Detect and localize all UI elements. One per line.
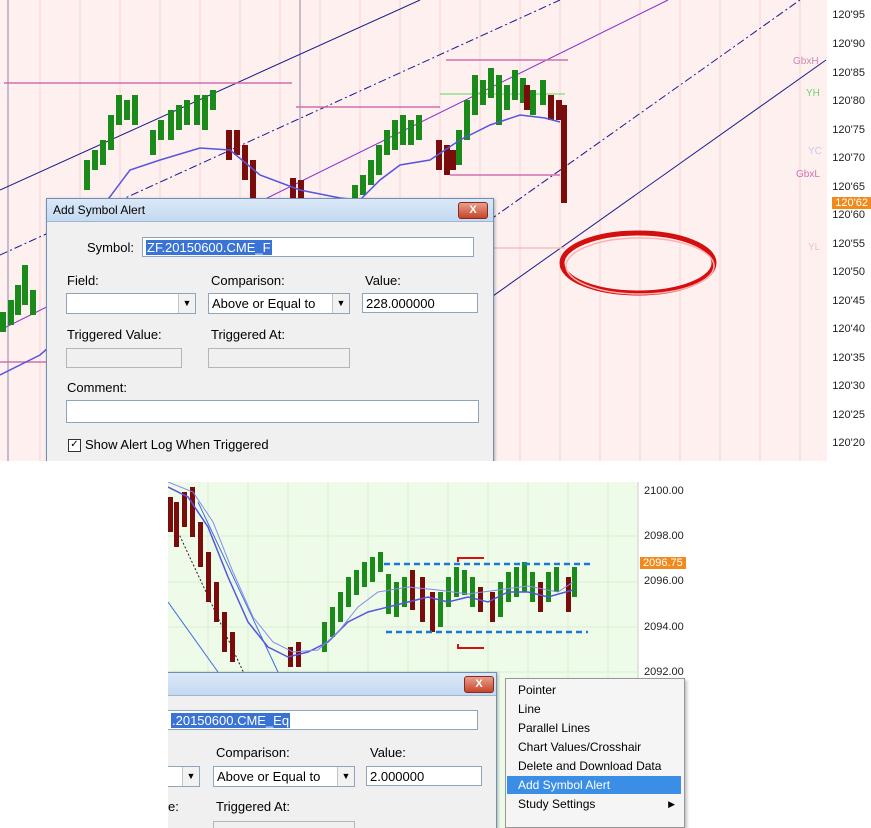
price-tick: 2098.00	[644, 530, 684, 542]
yc-tag: YC	[808, 146, 822, 157]
menu-item-chart-values[interactable]: Chart Values/Crosshair	[507, 738, 681, 756]
price-tick: 120'95	[832, 9, 865, 21]
chevron-down-icon[interactable]: ▼	[182, 767, 199, 786]
price-tick: 120'45	[832, 295, 865, 307]
menu-item-label: Pointer	[518, 683, 557, 697]
close-button[interactable]: X	[464, 676, 494, 693]
price-tick: 120'90	[832, 38, 865, 50]
triggered-value-input	[66, 348, 182, 368]
menu-item-label: Line	[518, 702, 541, 716]
menu-item-parallel-lines[interactable]: Parallel Lines	[507, 719, 681, 737]
menu-item-pointer[interactable]: Pointer	[507, 681, 681, 699]
chevron-down-icon[interactable]: ▼	[178, 294, 195, 313]
comparison-dropdown[interactable]: Above or Equal to ▼	[208, 293, 350, 314]
price-tick: 120'30	[832, 380, 865, 392]
value-input[interactable]: 228.000000	[362, 293, 478, 313]
symbol-input[interactable]: ZF.20150600.CME_F	[142, 237, 474, 257]
menu-item-study-settings[interactable]: Study Settings ▶	[507, 795, 681, 813]
triggered-at-label: Triggered At:	[216, 799, 290, 814]
field-label: Field:	[67, 273, 99, 288]
price-tick: 120'25	[832, 409, 865, 421]
price-tick: 2094.00	[644, 621, 684, 633]
menu-item-delete-download[interactable]: Delete and Download Data	[507, 757, 681, 775]
price-tick: 120'85	[832, 67, 865, 79]
symbol-label: Symbol:	[87, 240, 134, 255]
add-symbol-alert-dialog-clipped: X .20150600.CME_Eq ▼ Comparison: Above o…	[168, 672, 497, 828]
current-price-badge: 120'62	[832, 197, 871, 209]
value-label: Value:	[365, 273, 401, 288]
price-tick: 120'20	[832, 437, 865, 449]
yh-tag: YH	[806, 88, 820, 99]
chevron-down-icon[interactable]: ▼	[337, 767, 354, 786]
price-tick: 120'80	[832, 95, 865, 107]
menu-item-label: Chart Values/Crosshair	[518, 740, 642, 754]
menu-item-label: Delete and Download Data	[518, 759, 662, 773]
comment-input[interactable]	[66, 400, 479, 423]
top-price-axis: 120'95 120'90 120'85 120'80 120'75 120'7…	[827, 0, 871, 461]
dialog-title: Add Symbol Alert	[47, 199, 493, 222]
comparison-label: Comparison:	[211, 273, 285, 288]
yl-tag: YL	[808, 242, 821, 253]
top-chart-panel: 120'95 120'90 120'85 120'80 120'75 120'7…	[0, 0, 871, 461]
menu-item-line[interactable]: Line	[507, 700, 681, 718]
price-tick: 120'65	[832, 181, 865, 193]
comparison-label: Comparison:	[216, 745, 290, 760]
triggered-value-label: Triggered Value:	[67, 327, 162, 342]
show-log-label: Show Alert Log When Triggered	[85, 437, 269, 452]
comparison-dropdown[interactable]: Above or Equal to ▼	[213, 766, 355, 787]
menu-item-label: Parallel Lines	[518, 721, 591, 735]
close-button[interactable]: X	[458, 202, 488, 219]
symbol-input[interactable]: .20150600.CME_Eq	[168, 710, 478, 730]
price-tick: 120'35	[832, 352, 865, 364]
symbol-value: ZF.20150600.CME_F	[146, 240, 272, 255]
submenu-arrow-icon: ▶	[668, 799, 675, 809]
price-tick: 120'40	[832, 323, 865, 335]
price-tick: 120'75	[832, 124, 865, 136]
price-tick: 2100.00	[644, 485, 684, 497]
comparison-value: Above or Equal to	[217, 769, 321, 784]
value-input[interactable]: 2.000000	[366, 766, 482, 786]
value-label: Value:	[370, 745, 406, 760]
price-tick: 120'60	[832, 209, 865, 221]
current-price-badge: 2096.75	[640, 557, 686, 569]
price-tick: 120'55	[832, 238, 865, 250]
comment-label: Comment:	[67, 380, 127, 395]
gbxh-tag: GbxH	[793, 56, 819, 67]
field-dropdown[interactable]: ▼	[168, 766, 200, 787]
price-tick: 120'50	[832, 266, 865, 278]
menu-item-add-symbol-alert[interactable]: Add Symbol Alert	[507, 776, 681, 794]
menu-item-label: Study Settings	[518, 797, 596, 811]
comparison-value: Above or Equal to	[212, 296, 316, 311]
chevron-down-icon[interactable]: ▼	[332, 294, 349, 313]
add-symbol-alert-dialog: Add Symbol Alert X Symbol: ZF.20150600.C…	[46, 198, 494, 461]
dialog-title-bar	[168, 673, 496, 696]
gbxl-tag: GbxL	[796, 169, 820, 180]
triggered-value-label-fragment: e:	[168, 799, 179, 814]
price-tick: 2092.00	[644, 666, 684, 678]
chart-context-menu: Pointer Line Parallel Lines Chart Values…	[505, 678, 685, 828]
price-tick: 2096.00	[644, 575, 684, 587]
triggered-at-input	[208, 348, 350, 368]
field-dropdown[interactable]: ▼	[66, 293, 196, 314]
menu-item-label: Add Symbol Alert	[518, 778, 611, 792]
triggered-at-input	[213, 821, 355, 828]
symbol-value: .20150600.CME_Eq	[171, 713, 291, 728]
price-tick: 120'70	[832, 152, 865, 164]
show-log-checkbox[interactable]: ✓	[68, 439, 81, 452]
triggered-at-label: Triggered At:	[211, 327, 285, 342]
